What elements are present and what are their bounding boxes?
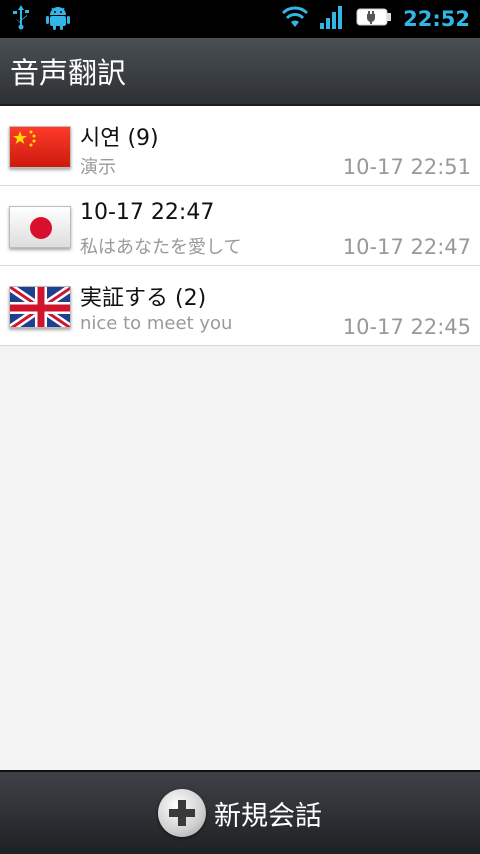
conversation-title: 시연 (9) bbox=[80, 126, 159, 151]
china-flag-icon bbox=[9, 126, 71, 168]
conversation-preview: 演示 bbox=[80, 157, 116, 178]
japan-flag-icon bbox=[9, 206, 71, 248]
conversation-item[interactable]: 10-17 22:47 私はあなたを愛して 10-17 22:47 bbox=[0, 186, 480, 266]
clock: 22:52 bbox=[403, 7, 470, 31]
signal-icon bbox=[319, 4, 345, 34]
conversation-title: 10-17 22:47 bbox=[80, 200, 215, 225]
usb-icon bbox=[10, 4, 32, 34]
title-bar: 音声翻訳 bbox=[0, 38, 480, 106]
new-conversation-button[interactable]: 新規会話 bbox=[158, 789, 322, 837]
conversation-timestamp: 10-17 22:51 bbox=[342, 155, 471, 179]
new-conversation-label: 新規会話 bbox=[214, 800, 322, 832]
conversation-title: 実証する (2) bbox=[80, 286, 207, 311]
plus-icon bbox=[158, 789, 206, 837]
conversation-preview: nice to meet you bbox=[80, 313, 233, 334]
battery-charging-icon bbox=[355, 4, 393, 34]
app-title: 音声翻訳 bbox=[10, 56, 127, 90]
conversation-timestamp: 10-17 22:45 bbox=[342, 315, 471, 339]
wifi-icon bbox=[281, 5, 309, 33]
conversation-item[interactable]: 実証する (2) nice to meet you 10-17 22:45 bbox=[0, 266, 480, 346]
status-bar: 22:52 bbox=[0, 0, 480, 38]
conversation-item[interactable]: 시연 (9) 演示 10-17 22:51 bbox=[0, 106, 480, 186]
android-debug-icon bbox=[46, 4, 70, 34]
conversation-timestamp: 10-17 22:47 bbox=[342, 235, 471, 259]
bottom-bar: 新規会話 bbox=[0, 770, 480, 854]
conversation-list: 시연 (9) 演示 10-17 22:51 10-17 22:47 私はあなたを… bbox=[0, 106, 480, 346]
conversation-preview: 私はあなたを愛して bbox=[80, 237, 242, 258]
uk-flag-icon bbox=[9, 286, 71, 328]
